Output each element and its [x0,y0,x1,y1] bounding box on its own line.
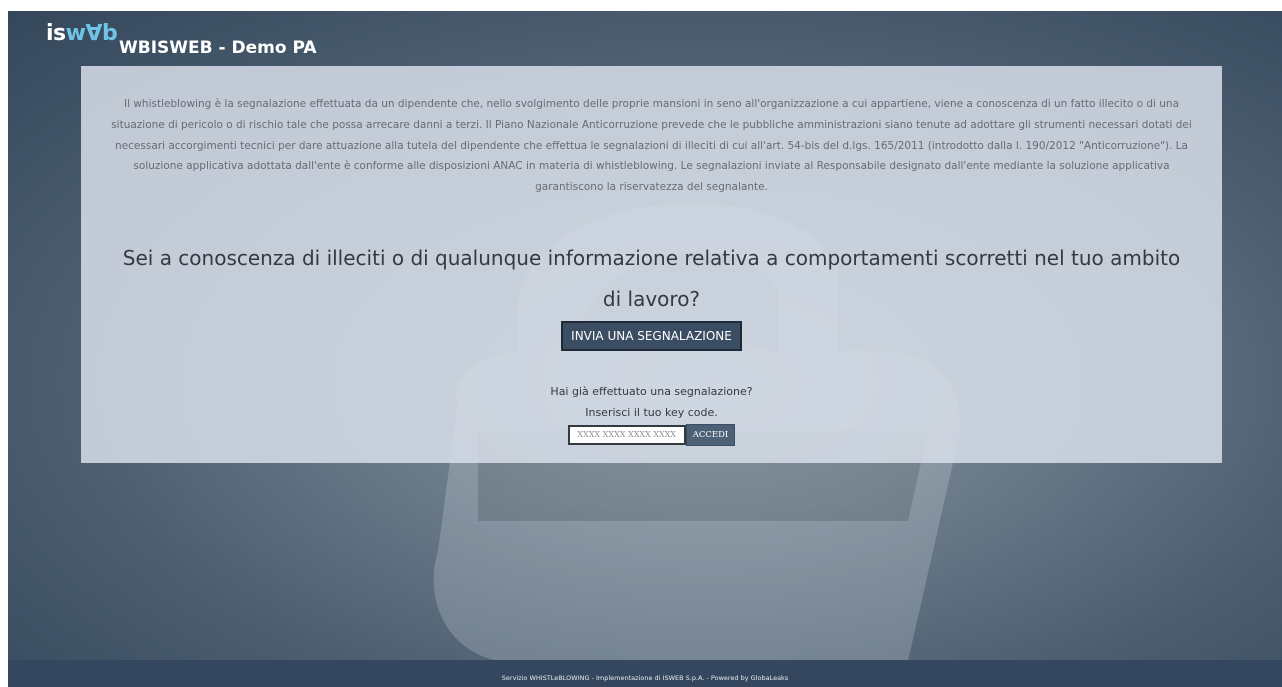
keycode-instruction: Inserisci il tuo key code. [585,405,718,419]
intro-text: Il whistleblowing è la segnalazione effe… [111,98,1192,194]
header: isw∀b WBISWEB - Demo PA [8,11,1282,67]
returning-question: Hai già effettuato una segnalazione? [550,384,753,398]
keycode-input[interactable] [567,424,686,445]
send-report-button[interactable]: INVIA UNA SEGNALAZIONE [561,320,742,351]
main-panel: Il whistleblowing è la segnalazione effe… [81,66,1222,463]
question-heading: Sei a conoscenza di illeciti o di qualun… [122,245,1181,311]
isweb-logo[interactable]: isw∀b [46,21,118,46]
footer: Servizio WHISTLeBLOWING - Implementazion… [8,660,1282,687]
access-button[interactable]: ACCEDI [685,423,736,446]
logo-prefix: is [46,21,66,46]
keycode-form: ACCEDI [567,423,736,446]
logo-accent: w∀b [65,21,118,46]
site-title: WBISWEB - Demo PA [119,38,317,58]
page-background: isw∀b WBISWEB - Demo PA Il whistleblowin… [8,11,1282,687]
footer-text: Servizio WHISTLeBLOWING - Implementazion… [501,674,789,682]
